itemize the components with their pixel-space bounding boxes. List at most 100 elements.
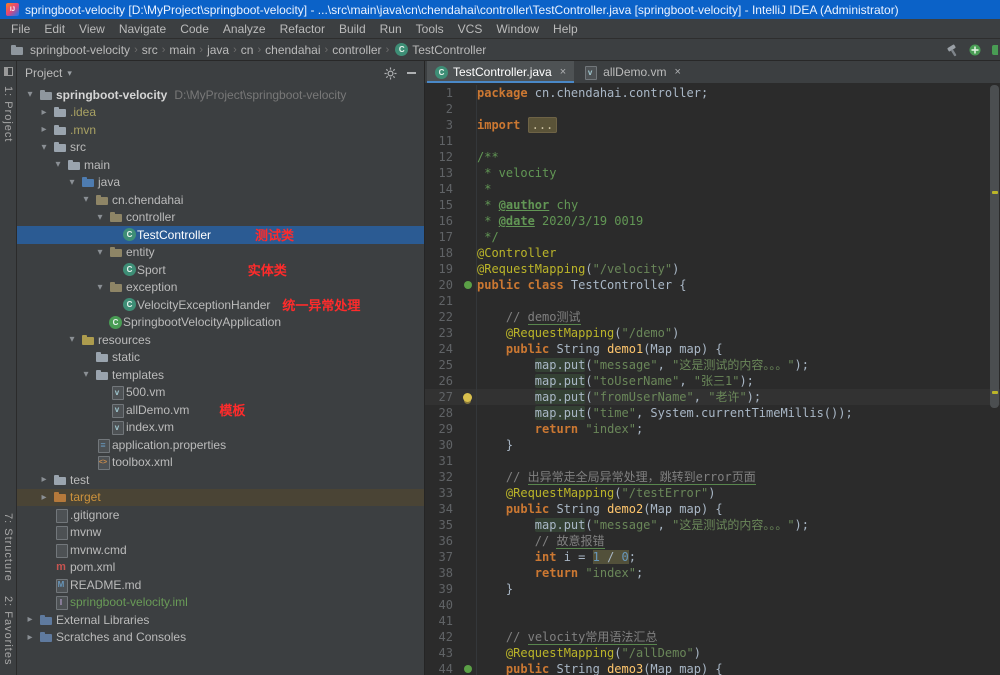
breadcrumb-controller[interactable]: controller <box>330 42 383 58</box>
code-line-34[interactable]: 34 public String demo2(Map map) { <box>425 501 1000 517</box>
menu-vcs[interactable]: VCS <box>451 19 490 39</box>
menu-help[interactable]: Help <box>546 19 585 39</box>
project-tool-icon[interactable] <box>4 67 13 76</box>
tab-testcontroller-java[interactable]: CTestController.java× <box>427 61 574 83</box>
breadcrumb-chendahai[interactable]: chendahai <box>263 42 322 58</box>
code-line-13[interactable]: 13 * velocity <box>425 165 1000 181</box>
tree-item-springbootvelocityapplication[interactable]: CSpringbootVelocityApplication <box>17 314 424 332</box>
tree-item-target[interactable]: ▸target <box>17 489 424 507</box>
green-plugin-icon[interactable] <box>968 43 982 57</box>
expand-icon[interactable]: ▾ <box>23 89 37 100</box>
code-line-32[interactable]: 32 // 出异常走全局异常处理，跳转到error页面 <box>425 469 1000 485</box>
menu-run[interactable]: Run <box>373 19 409 39</box>
tree-item-readme-md[interactable]: MREADME.md <box>17 576 424 594</box>
code-line-43[interactable]: 43 @RequestMapping("/allDemo") <box>425 645 1000 661</box>
bean-icon[interactable] <box>464 665 472 673</box>
tree-item-src[interactable]: ▾src <box>17 139 424 157</box>
code-editor[interactable]: 1package cn.chendahai.controller;23impor… <box>425 83 1000 675</box>
code-line-30[interactable]: 30 } <box>425 437 1000 453</box>
code-line-25[interactable]: 25 map.put("message", "这是测试的内容。。。"); <box>425 357 1000 373</box>
code-line-2[interactable]: 2 <box>425 101 1000 117</box>
tree-item-alldemo-vm[interactable]: vallDemo.vm模板 <box>17 401 424 419</box>
menu-file[interactable]: File <box>4 19 37 39</box>
tree-item-main[interactable]: ▾main <box>17 156 424 174</box>
expand-icon[interactable]: ▸ <box>23 614 37 625</box>
code-line-38[interactable]: 38 return "index"; <box>425 565 1000 581</box>
breadcrumb-springboot-velocity[interactable]: springboot-velocity <box>6 42 132 58</box>
warning-stripe-mark[interactable] <box>992 191 998 194</box>
tree-item-mvnw[interactable]: mvnw <box>17 524 424 542</box>
code-line-24[interactable]: 24 public String demo1(Map map) { <box>425 341 1000 357</box>
tree-item-java[interactable]: ▾java <box>17 174 424 192</box>
scrollbar-thumb[interactable] <box>990 85 999 408</box>
stripe-label-7-structure[interactable]: 7: Structure <box>2 513 14 582</box>
tree-item-gitignore[interactable]: .gitignore <box>17 506 424 524</box>
editor-scrollbar[interactable] <box>990 85 999 673</box>
tree-item-mvnw-cmd[interactable]: mvnw.cmd <box>17 541 424 559</box>
expand-icon[interactable]: ▾ <box>79 369 93 380</box>
menu-tools[interactable]: Tools <box>409 19 451 39</box>
code-line-31[interactable]: 31 <box>425 453 1000 469</box>
tree-item-idea[interactable]: ▸.idea <box>17 104 424 122</box>
code-line-44[interactable]: 44 public String demo3(Map map) { <box>425 661 1000 675</box>
tree-item-toolbox-xml[interactable]: <>toolbox.xml <box>17 454 424 472</box>
breadcrumb-main[interactable]: main <box>167 42 197 58</box>
expand-icon[interactable]: ▾ <box>65 177 79 188</box>
expand-icon[interactable]: ▸ <box>37 474 51 485</box>
tree-item-controller[interactable]: ▾controller <box>17 209 424 227</box>
breadcrumb-java[interactable]: java <box>205 42 231 58</box>
tree-item-sport[interactable]: CSport实体类 <box>17 261 424 279</box>
tab-alldemo-vm[interactable]: vallDemo.vm× <box>574 61 689 83</box>
tree-item-500-vm[interactable]: v500.vm <box>17 384 424 402</box>
code-line-3[interactable]: 3import ... <box>425 117 1000 133</box>
expand-icon[interactable]: ▾ <box>93 212 107 223</box>
code-line-35[interactable]: 35 map.put("message", "这是测试的内容。。。"); <box>425 517 1000 533</box>
tree-item-index-vm[interactable]: vindex.vm <box>17 419 424 437</box>
menu-analyze[interactable]: Analyze <box>216 19 273 39</box>
tree-item-testcontroller[interactable]: CTestController测试类 <box>17 226 424 244</box>
hide-panel-icon[interactable] <box>407 72 416 74</box>
code-line-29[interactable]: 29 return "index"; <box>425 421 1000 437</box>
code-line-1[interactable]: 1package cn.chendahai.controller; <box>425 85 1000 101</box>
code-line-22[interactable]: 22 // demo测试 <box>425 309 1000 325</box>
expand-icon[interactable]: ▾ <box>37 142 51 153</box>
code-line-42[interactable]: 42 // velocity常用语法汇总 <box>425 629 1000 645</box>
menu-edit[interactable]: Edit <box>37 19 72 39</box>
tree-item-resources[interactable]: ▾resources <box>17 331 424 349</box>
code-line-17[interactable]: 17 */ <box>425 229 1000 245</box>
code-line-21[interactable]: 21 <box>425 293 1000 309</box>
expand-icon[interactable]: ▾ <box>51 159 65 170</box>
tree-item-pom-xml[interactable]: mpom.xml <box>17 559 424 577</box>
menu-navigate[interactable]: Navigate <box>112 19 173 39</box>
expand-icon[interactable]: ▾ <box>79 194 93 205</box>
tree-item-test[interactable]: ▸test <box>17 471 424 489</box>
code-line-37[interactable]: 37 int i = 1 / 0; <box>425 549 1000 565</box>
stripe-label-1-project[interactable]: 1: Project <box>2 86 14 142</box>
tree-item-velocityexceptionhander[interactable]: CVelocityExceptionHander统一异常处理 <box>17 296 424 314</box>
tree-item-exception[interactable]: ▾exception <box>17 279 424 297</box>
tree-item-scratches-and-consoles[interactable]: ▸Scratches and Consoles <box>17 629 424 647</box>
code-line-19[interactable]: 19@RequestMapping("/velocity") <box>425 261 1000 277</box>
hammer-icon[interactable] <box>946 43 960 57</box>
code-line-12[interactable]: 12/** <box>425 149 1000 165</box>
menu-build[interactable]: Build <box>332 19 373 39</box>
tree-item-entity[interactable]: ▾entity <box>17 244 424 262</box>
menu-refactor[interactable]: Refactor <box>273 19 332 39</box>
close-tab-icon[interactable]: × <box>560 66 566 78</box>
bean-icon[interactable] <box>464 281 472 289</box>
code-line-14[interactable]: 14 * <box>425 181 1000 197</box>
code-line-20[interactable]: 20public class TestController { <box>425 277 1000 293</box>
tree-item-templates[interactable]: ▾templates <box>17 366 424 384</box>
project-panel-title[interactable]: Project <box>25 66 62 80</box>
code-line-36[interactable]: 36 // 故意报错 <box>425 533 1000 549</box>
menu-window[interactable]: Window <box>489 19 546 39</box>
close-tab-icon[interactable]: × <box>675 66 681 78</box>
green-edge-icon[interactable] <box>990 43 998 57</box>
tree-item-static[interactable]: static <box>17 349 424 367</box>
code-line-18[interactable]: 18@Controller <box>425 245 1000 261</box>
code-line-27[interactable]: 27 map.put("fromUserName", "老许"); <box>425 389 1000 405</box>
code-line-11[interactable]: 11 <box>425 133 1000 149</box>
code-line-16[interactable]: 16 * @date 2020/3/19 0019 <box>425 213 1000 229</box>
code-line-41[interactable]: 41 <box>425 613 1000 629</box>
menu-view[interactable]: View <box>72 19 112 39</box>
